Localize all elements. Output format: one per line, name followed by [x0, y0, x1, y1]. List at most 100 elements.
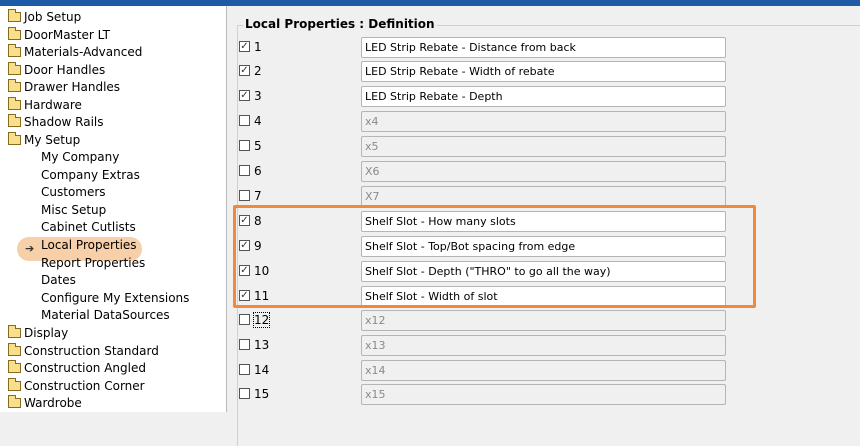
property-6-name-field[interactable]: X6 — [361, 161, 726, 182]
property-8-checkbox[interactable]: ✓ — [239, 215, 250, 226]
property-2-name-field[interactable]: LED Strip Rebate - Width of rebate — [361, 61, 726, 82]
tree-item-label: Drawer Handles — [24, 80, 121, 94]
tree-item-label: My Setup — [24, 132, 81, 147]
tree-item-construction-angled[interactable]: Construction Angled — [8, 360, 146, 377]
property-9-name-field[interactable]: Shelf Slot - Top/Bot spacing from edge — [361, 236, 726, 257]
property-row-13: 13 x13 — [228, 335, 860, 357]
property-3-name-field[interactable]: LED Strip Rebate - Depth — [361, 86, 726, 107]
property-5-name-field[interactable]: x5 — [361, 136, 726, 157]
property-9-checkbox[interactable]: ✓ — [239, 240, 250, 251]
tree-item-drawer-handles[interactable]: Drawer Handles — [8, 79, 120, 96]
property-15-name-field[interactable]: x15 — [361, 384, 726, 405]
property-11-name-field[interactable]: Shelf Slot - Width of slot — [361, 286, 726, 307]
sidebar-tree[interactable]: Job Setup DoorMaster LT Materials-Advanced… — [0, 6, 227, 412]
tree-item-door-handles[interactable]: Door Handles — [8, 61, 106, 79]
property-6-checkbox[interactable] — [239, 165, 250, 176]
tree-item-company-extras[interactable]: Company Extras — [41, 167, 140, 184]
property-number-label: 15 — [254, 387, 270, 401]
tree-item-job-setup[interactable]: Job Setup — [8, 9, 81, 26]
folder-icon — [8, 79, 21, 92]
property-number-label: 12 — [252, 312, 271, 328]
folder-icon — [8, 61, 21, 75]
tree-item-configure-my-extensions[interactable]: Configure My Extensions — [41, 290, 189, 307]
property-number-label: 13 — [254, 338, 270, 352]
property-row-8: ✓ 8 Shelf Slot - How many slots — [228, 211, 860, 233]
folder-icon — [8, 342, 21, 356]
tree-item-dates[interactable]: Dates — [41, 272, 76, 289]
tree-item-my-setup[interactable]: My Setup — [8, 131, 81, 149]
property-5-checkbox[interactable] — [239, 140, 250, 151]
property-row-4: 4 x4 — [228, 111, 860, 133]
tree-item-materials-advanced[interactable]: Materials-Advanced — [8, 44, 142, 61]
property-number-label: 9 — [254, 239, 262, 253]
tree-item-customers[interactable]: Customers — [41, 184, 106, 201]
property-2-checkbox[interactable]: ✓ — [239, 65, 250, 76]
tree-item-wardrobe[interactable]: Wardrobe — [8, 395, 82, 412]
tree-item-label: Shadow Rails — [24, 115, 104, 129]
folder-icon — [8, 96, 21, 110]
property-row-10: ✓ 10 Shelf Slot - Depth ("THRO" to go all … — [228, 261, 860, 283]
tree-item-hardware[interactable]: Hardware — [8, 96, 82, 114]
folder-icon — [8, 395, 21, 408]
folder-icon — [8, 325, 21, 338]
panel-title: Local Properties : Definition — [243, 17, 437, 31]
tree-item-local-properties[interactable]: Local Properties — [41, 237, 137, 254]
tree-item-cabinet-cutlists[interactable]: Cabinet Cutlists — [41, 219, 136, 236]
tree-item-doormaster-lt[interactable]: DoorMaster LT — [8, 26, 111, 44]
tree-item-construction-standard[interactable]: Construction Standard — [8, 342, 159, 360]
tree-item-label: Cabinet Cutlists — [41, 220, 136, 235]
property-1-checkbox[interactable]: ✓ — [239, 41, 250, 52]
property-13-checkbox[interactable] — [239, 339, 250, 350]
property-1-name-field[interactable]: LED Strip Rebate - Distance from back — [361, 37, 726, 58]
tree-item-my-company[interactable]: My Company — [41, 149, 119, 166]
tree-item-label: Hardware — [24, 97, 82, 112]
tree-item-label: Door Handles — [24, 62, 106, 77]
property-7-name-field[interactable]: X7 — [361, 186, 726, 207]
tree-item-label: My Company — [41, 150, 120, 164]
property-12-checkbox[interactable] — [239, 314, 250, 325]
folder-icon — [8, 9, 21, 22]
property-row-5: 5 x5 — [228, 136, 860, 158]
tree-item-display[interactable]: Display — [8, 325, 68, 342]
property-13-name-field[interactable]: x13 — [361, 335, 726, 356]
property-row-14: 14 x14 — [228, 360, 860, 382]
tree-item-label: Local Properties — [41, 238, 137, 252]
property-row-15: 15 x15 — [228, 384, 860, 406]
property-3-checkbox[interactable]: ✓ — [239, 90, 250, 101]
property-11-checkbox[interactable]: ✓ — [239, 290, 250, 301]
property-12-name-field[interactable]: x12 — [361, 310, 726, 331]
property-row-7: 7 X7 — [228, 186, 860, 208]
folder-icon — [8, 114, 21, 127]
property-4-name-field[interactable]: x4 — [361, 111, 726, 132]
tree-item-shadow-rails[interactable]: Shadow Rails — [8, 114, 104, 131]
property-10-checkbox[interactable]: ✓ — [239, 265, 250, 276]
property-row-6: 6 X6 — [228, 161, 860, 183]
property-row-1: ✓ 1 LED Strip Rebate - Distance from back — [228, 37, 860, 59]
tree-item-label: Construction Standard — [24, 343, 159, 358]
property-number-label: 14 — [254, 363, 270, 377]
tree-item-report-properties[interactable]: Report Properties — [41, 255, 145, 272]
property-15-checkbox[interactable] — [239, 388, 250, 399]
tree-item-label: DoorMaster LT — [24, 27, 111, 42]
folder-icon — [8, 131, 21, 145]
tree-item-misc-setup[interactable]: Misc Setup — [41, 202, 106, 219]
property-number-label: 1 — [254, 40, 262, 54]
folder-icon — [8, 44, 21, 57]
tree-item-label: Construction Corner — [24, 378, 145, 393]
property-14-name-field[interactable]: x14 — [361, 360, 726, 381]
property-8-name-field[interactable]: Shelf Slot - How many slots — [361, 211, 726, 232]
tree-item-material-datasources[interactable]: Material DataSources — [41, 307, 170, 324]
property-14-checkbox[interactable] — [239, 364, 250, 375]
tree-item-construction-corner[interactable]: Construction Corner — [8, 377, 145, 395]
property-number-label: 10 — [254, 264, 270, 278]
property-10-name-field[interactable]: Shelf Slot - Depth ("THRO" to go all the… — [361, 261, 726, 282]
tree-item-label: Materials-Advanced — [24, 45, 143, 59]
tree-item-label: Wardrobe — [24, 396, 82, 410]
property-number-label: 6 — [254, 164, 262, 178]
tree-item-label: Material DataSources — [41, 308, 170, 323]
property-number-label: 7 — [254, 189, 262, 203]
tree-item-label: Dates — [41, 273, 76, 288]
property-4-checkbox[interactable] — [239, 115, 250, 126]
tree-item-label: Misc Setup — [41, 202, 107, 217]
property-7-checkbox[interactable] — [239, 190, 250, 201]
